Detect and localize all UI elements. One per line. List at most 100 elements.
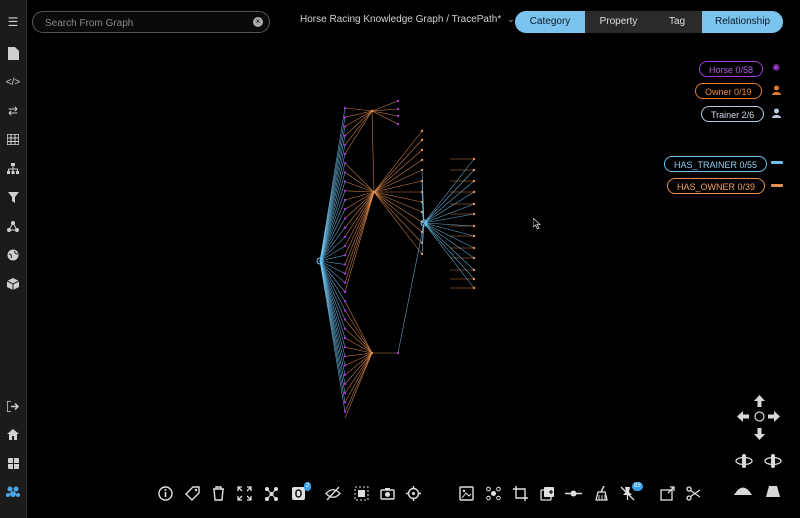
has-owner-edge xyxy=(344,352,373,419)
horse-node[interactable] xyxy=(343,143,347,146)
horse-node[interactable] xyxy=(343,106,347,110)
horse-node[interactable] xyxy=(343,309,347,312)
camera-icon[interactable] xyxy=(378,484,396,502)
horse-node[interactable] xyxy=(343,346,347,349)
has-owner-edge xyxy=(371,110,399,117)
horse-node[interactable] xyxy=(343,152,347,156)
has-owner-edge xyxy=(344,162,375,193)
horse-node[interactable] xyxy=(343,300,347,303)
horse-node[interactable] xyxy=(343,281,347,284)
horse-node[interactable] xyxy=(343,189,347,192)
tag-icon[interactable] xyxy=(183,484,201,502)
horse-node[interactable] xyxy=(343,364,347,367)
crop-icon[interactable] xyxy=(511,484,529,502)
has-trainer-edge xyxy=(319,199,346,262)
has-owner-edge xyxy=(344,191,375,293)
has-owner-edge xyxy=(373,191,423,213)
horse-node[interactable] xyxy=(420,148,424,152)
has-owner-edge xyxy=(373,139,423,193)
has-owner-edge xyxy=(344,352,373,385)
horse-node[interactable] xyxy=(343,401,347,404)
export-icon[interactable] xyxy=(658,484,676,502)
has-owner-edge xyxy=(373,191,423,255)
horse-node[interactable] xyxy=(343,198,347,202)
expand-icon[interactable] xyxy=(235,484,253,502)
horse-node[interactable] xyxy=(396,99,400,103)
tilt-down-icon[interactable] xyxy=(734,485,752,497)
horse-node[interactable] xyxy=(343,208,347,211)
has-trainer-edge xyxy=(319,260,346,357)
trash-icon[interactable] xyxy=(209,484,227,502)
horse-node[interactable] xyxy=(396,122,400,126)
horse-node[interactable] xyxy=(343,355,347,358)
horse-node[interactable] xyxy=(343,254,347,257)
horse-node[interactable] xyxy=(343,327,347,330)
has-trainer-edge xyxy=(319,163,346,262)
has-trainer-edge xyxy=(319,153,346,262)
horse-node[interactable] xyxy=(343,134,347,137)
horse-node[interactable] xyxy=(343,116,347,119)
horse-node[interactable] xyxy=(343,290,347,294)
horse-node[interactable] xyxy=(343,382,347,386)
rotate-left-icon[interactable] xyxy=(735,453,753,469)
has-owner-edge xyxy=(344,110,373,136)
horse-node[interactable] xyxy=(396,114,400,118)
owner-node[interactable] xyxy=(370,109,374,113)
pan-left-icon[interactable] xyxy=(736,409,750,423)
owner-node[interactable] xyxy=(372,190,376,194)
horse-node[interactable] xyxy=(343,171,347,174)
horse-node[interactable] xyxy=(420,129,424,133)
pan-right-icon[interactable] xyxy=(767,409,781,423)
horse-node[interactable] xyxy=(343,180,347,183)
horse-node[interactable] xyxy=(343,125,347,128)
info-icon[interactable] xyxy=(156,484,174,502)
horse-node[interactable] xyxy=(396,351,400,355)
has-trainer-edge xyxy=(319,190,346,262)
rotate-right-icon[interactable] xyxy=(764,453,782,469)
has-owner-edge xyxy=(373,191,423,233)
pan-up-icon[interactable] xyxy=(752,394,766,408)
horse-node[interactable] xyxy=(343,263,347,266)
horse-node[interactable] xyxy=(343,217,347,220)
has-owner-edge xyxy=(344,172,375,193)
select-box-icon[interactable] xyxy=(352,484,370,502)
focus-target-icon[interactable] xyxy=(404,484,422,502)
horse-node[interactable] xyxy=(343,336,347,340)
has-trainer-edge xyxy=(423,222,475,249)
scissor-icon[interactable] xyxy=(684,484,702,502)
horse-node[interactable] xyxy=(343,162,347,165)
has-trainer-edge xyxy=(397,222,425,354)
horse-node[interactable] xyxy=(343,226,347,229)
horse-node[interactable] xyxy=(343,272,347,275)
share-nodes-icon[interactable] xyxy=(262,484,280,502)
add-layer-icon[interactable] xyxy=(538,484,556,502)
horse-node[interactable] xyxy=(343,244,347,248)
hide-icon[interactable] xyxy=(324,484,342,502)
connect-icon[interactable] xyxy=(564,484,582,502)
has-owner-edge xyxy=(344,191,375,265)
has-owner-edge xyxy=(344,110,373,127)
cluster-icon[interactable] xyxy=(484,484,502,502)
has-owner-edge xyxy=(344,328,373,354)
pan-down-icon[interactable] xyxy=(752,427,766,441)
tilt-up-icon[interactable] xyxy=(766,485,780,497)
center-view-icon[interactable] xyxy=(753,410,765,422)
has-owner-edge xyxy=(344,310,373,354)
horse-node[interactable] xyxy=(343,318,347,321)
has-owner-edge xyxy=(373,169,423,193)
horse-node[interactable] xyxy=(343,410,347,413)
horse-node[interactable] xyxy=(343,392,347,395)
horse-node[interactable] xyxy=(420,138,424,142)
horse-node[interactable] xyxy=(343,235,347,238)
image-edit-icon[interactable] xyxy=(457,484,475,502)
broom-icon[interactable] xyxy=(592,484,610,502)
has-trainer-edge xyxy=(423,180,475,224)
has-trainer-edge xyxy=(319,260,346,348)
horse-node[interactable] xyxy=(420,158,424,162)
layers-badge: 2 xyxy=(304,482,312,491)
horse-node[interactable] xyxy=(396,107,400,111)
owner-node[interactable] xyxy=(370,351,374,355)
horse-node[interactable] xyxy=(343,373,347,376)
has-owner-edge xyxy=(344,352,373,412)
graph-canvas[interactable] xyxy=(0,0,800,518)
